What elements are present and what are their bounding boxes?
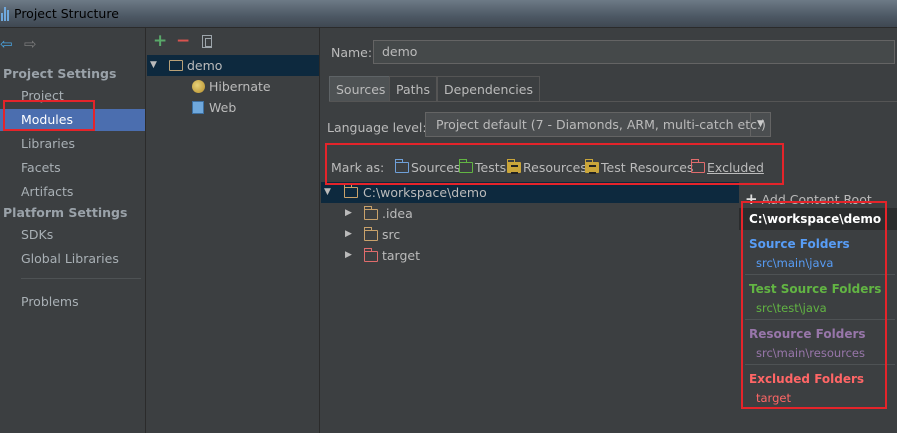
- language-level-select[interactable]: Project default (7 - Diamonds, ARM, mult…: [425, 112, 771, 137]
- intellij-icon: [1, 7, 9, 21]
- tab-paths[interactable]: Paths: [389, 76, 437, 102]
- hibernate-icon: [192, 80, 205, 93]
- add-module-icon[interactable]: +: [153, 33, 167, 50]
- tab-dependencies[interactable]: Dependencies: [437, 76, 540, 102]
- module-tree-row-hibernate[interactable]: Hibernate: [147, 76, 319, 97]
- nav-item-libraries[interactable]: Libraries: [0, 133, 145, 155]
- folder-icon: [364, 227, 378, 241]
- nav-item-problems[interactable]: Problems: [0, 291, 145, 313]
- highlight-box-modules: [3, 100, 95, 131]
- name-label: Name:: [331, 45, 373, 60]
- back-arrow-icon[interactable]: ⇦: [0, 36, 13, 52]
- expand-arrow-icon[interactable]: ▶: [345, 245, 352, 266]
- language-level-value: Project default (7 - Diamonds, ARM, mult…: [436, 117, 766, 132]
- content-root-tree: ▼ C:\workspace\demo ▶ .idea ▶ src ▶ targ…: [321, 182, 739, 433]
- highlight-box-content-roots: [741, 201, 887, 409]
- forward-arrow-icon[interactable]: ⇨: [24, 36, 37, 52]
- facet-label-web: Web: [209, 100, 237, 115]
- web-icon: [192, 101, 204, 114]
- highlight-box-mark-as: [325, 143, 784, 185]
- name-input[interactable]: demo: [373, 40, 895, 64]
- tab-divider: [329, 101, 897, 102]
- title-bar: Project Structure: [0, 0, 897, 28]
- collapse-arrow-icon[interactable]: ▼: [324, 182, 331, 203]
- module-tree-panel: + − ▼ demo Hibernate Web: [147, 28, 320, 433]
- folder-label: target: [382, 248, 421, 263]
- window-title: Project Structure: [14, 6, 119, 21]
- expand-arrow-icon[interactable]: ▶: [345, 203, 352, 224]
- module-folder-icon: [169, 60, 183, 71]
- settings-nav: ⇦ ⇨ Project Settings Project Modules Lib…: [0, 28, 146, 433]
- module-name-label: demo: [187, 58, 223, 73]
- remove-module-icon[interactable]: −: [176, 33, 190, 50]
- project-settings-heading: Project Settings: [3, 66, 117, 81]
- folder-label: .idea: [382, 206, 413, 221]
- nav-divider: [21, 278, 141, 279]
- platform-settings-heading: Platform Settings: [3, 205, 128, 220]
- nav-item-artifacts[interactable]: Artifacts: [0, 181, 145, 203]
- collapse-arrow-icon[interactable]: ▼: [150, 55, 157, 76]
- nav-item-facets[interactable]: Facets: [0, 157, 145, 179]
- folder-icon: [364, 206, 378, 220]
- tree-row-idea[interactable]: ▶ .idea: [321, 203, 739, 224]
- tree-row-src[interactable]: ▶ src: [321, 224, 739, 245]
- folder-icon: [344, 184, 358, 198]
- language-level-label: Language level:: [327, 120, 427, 135]
- chevron-down-icon[interactable]: ▼: [750, 113, 770, 136]
- nav-item-global-libraries[interactable]: Global Libraries: [0, 248, 145, 270]
- nav-item-sdks[interactable]: SDKs: [0, 224, 145, 246]
- copy-module-icon[interactable]: [202, 35, 212, 48]
- facet-label-hibernate: Hibernate: [209, 79, 271, 94]
- root-folder-label: C:\workspace\demo: [363, 185, 487, 200]
- tree-row-root[interactable]: ▼ C:\workspace\demo: [321, 182, 739, 203]
- tab-sources[interactable]: Sources: [329, 76, 393, 102]
- tree-row-target[interactable]: ▶ target: [321, 245, 739, 266]
- folder-label: src: [382, 227, 401, 242]
- excluded-folder-icon: [364, 248, 378, 262]
- module-tree-row-demo[interactable]: ▼ demo: [147, 55, 319, 76]
- module-tree-row-web[interactable]: Web: [147, 97, 319, 118]
- expand-arrow-icon[interactable]: ▶: [345, 224, 352, 245]
